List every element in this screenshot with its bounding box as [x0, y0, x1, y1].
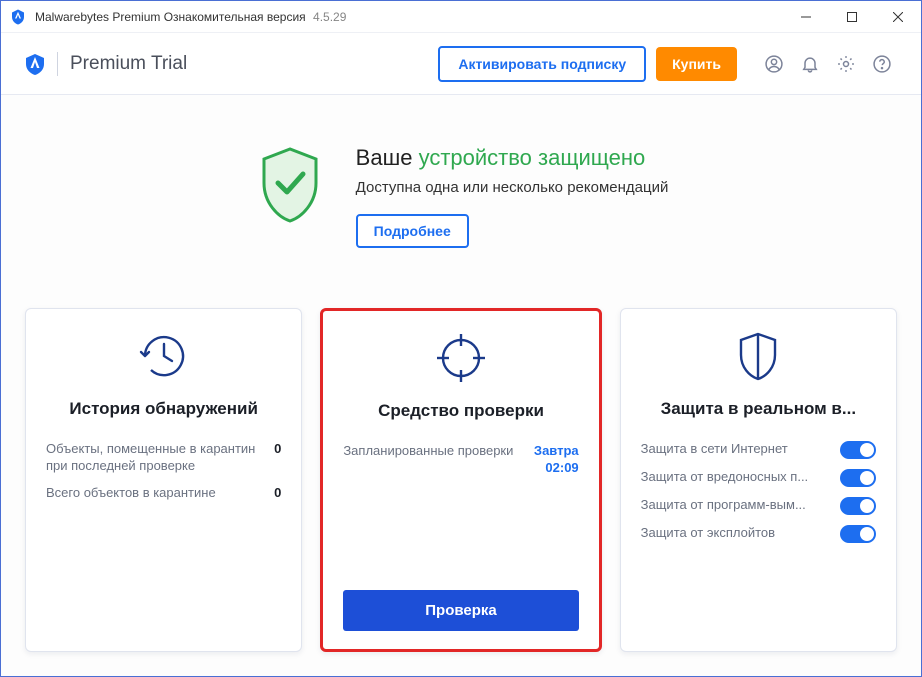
toggle-ransomware-protection[interactable]	[840, 497, 876, 515]
realtime-item-ransomware: Защита от программ-вым...	[641, 497, 876, 515]
history-icon	[137, 329, 191, 383]
status-text: Ваше устройство защищено Доступна одна и…	[356, 145, 669, 248]
history-card-title: История обнаружений	[46, 399, 281, 419]
realtime-item-malware: Защита от вредоносных п...	[641, 469, 876, 487]
app-header: Premium Trial Активировать подписку Купи…	[1, 33, 921, 95]
scheduled-value: Завтра 02:09	[534, 443, 579, 477]
minimize-button[interactable]	[783, 1, 829, 33]
help-icon[interactable]	[865, 47, 899, 81]
account-icon[interactable]	[757, 47, 791, 81]
toggle-malware-protection[interactable]	[840, 469, 876, 487]
scanner-card-title: Средство проверки	[343, 401, 578, 421]
shield-check-icon	[254, 145, 326, 225]
maximize-button[interactable]	[829, 1, 875, 33]
crosshair-icon	[434, 331, 488, 385]
detection-history-card[interactable]: История обнаружений Объекты, помещенные …	[25, 308, 302, 652]
realtime-label: Защита от программ-вым...	[641, 497, 840, 514]
scheduled-scan-row: Запланированные проверки Завтра 02:09	[343, 443, 578, 477]
scan-button[interactable]: Проверка	[343, 590, 578, 631]
history-row-last-quarantine: Объекты, помещенные в карантин при после…	[46, 441, 281, 475]
history-row-label: Всего объектов в карантине	[46, 485, 274, 502]
close-button[interactable]	[875, 1, 921, 33]
gear-icon[interactable]	[829, 47, 863, 81]
status-subtitle: Доступна одна или несколько рекомендаций	[356, 179, 669, 196]
toggle-web-protection[interactable]	[840, 441, 876, 459]
logo-icon	[23, 52, 47, 76]
details-button[interactable]: Подробнее	[356, 214, 469, 248]
history-row-value: 0	[274, 441, 281, 456]
realtime-card-title: Защита в реальном в...	[641, 399, 876, 419]
realtime-item-web: Защита в сети Интернет	[641, 441, 876, 459]
buy-button[interactable]: Купить	[656, 47, 737, 81]
app-window: Malwarebytes Premium Ознакомительная вер…	[0, 0, 922, 677]
status-heading: Ваше устройство защищено	[356, 145, 669, 171]
realtime-label: Защита в сети Интернет	[641, 441, 840, 458]
realtime-label: Защита от вредоносных п...	[641, 469, 840, 486]
window-controls	[783, 1, 921, 33]
shield-outline-icon	[731, 329, 785, 383]
window-title: Malwarebytes Premium Ознакомительная вер…	[35, 10, 783, 24]
realtime-label: Защита от эксплойтов	[641, 525, 840, 542]
realtime-item-exploit: Защита от эксплойтов	[641, 525, 876, 543]
header-title: Premium Trial	[70, 53, 438, 75]
bell-icon[interactable]	[793, 47, 827, 81]
history-row-value: 0	[274, 485, 281, 500]
header-separator	[57, 52, 58, 76]
history-row-label: Объекты, помещенные в карантин при после…	[46, 441, 274, 475]
scanner-card[interactable]: Средство проверки Запланированные провер…	[320, 308, 601, 652]
status-area: Ваше устройство защищено Доступна одна и…	[1, 95, 921, 308]
scheduled-label: Запланированные проверки	[343, 443, 534, 460]
realtime-protection-card[interactable]: Защита в реальном в... Защита в сети Инт…	[620, 308, 897, 652]
toggle-exploit-protection[interactable]	[840, 525, 876, 543]
cards-row: История обнаружений Объекты, помещенные …	[1, 308, 921, 676]
activate-subscription-button[interactable]: Активировать подписку	[438, 46, 646, 82]
titlebar: Malwarebytes Premium Ознакомительная вер…	[1, 1, 921, 33]
history-row-total-quarantine: Всего объектов в карантине 0	[46, 485, 281, 502]
app-icon	[9, 8, 27, 26]
